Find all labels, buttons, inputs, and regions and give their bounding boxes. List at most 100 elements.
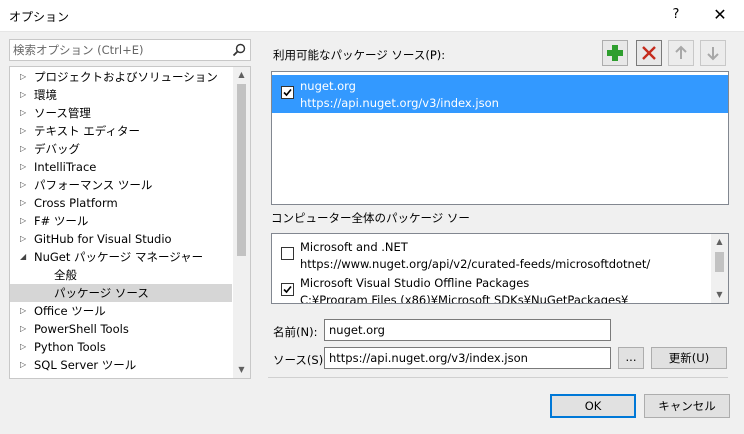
expand-arrow-icon[interactable]: ▷ [20, 302, 28, 320]
machine-source-item[interactable]: Microsoft and .NET https://www.nuget.org… [272, 237, 712, 273]
machine-source-list[interactable]: Microsoft and .NET https://www.nuget.org… [271, 233, 729, 304]
machine-source-name: Microsoft Visual Studio Offline Packages [300, 276, 530, 290]
package-source-list[interactable]: nuget.org https://api.nuget.org/v3/index… [271, 71, 729, 205]
help-button[interactable]: ? [664, 4, 688, 28]
source-label: ソース(S): [273, 353, 328, 367]
expand-arrow-icon[interactable]: ▷ [20, 194, 28, 212]
tree-child-item[interactable]: パッケージ ソース [10, 284, 232, 302]
close-button[interactable]: ✕ [706, 4, 734, 28]
tree-item-label: ソース管理 [34, 106, 91, 120]
source-name: nuget.org [300, 79, 356, 93]
scroll-down-icon[interactable]: ▼ [711, 287, 728, 303]
machine-source-checkbox[interactable] [281, 247, 294, 260]
tree-child-item[interactable]: 全般 [10, 266, 232, 284]
expand-arrow-icon[interactable]: ▷ [20, 212, 28, 230]
tree-item[interactable]: ▷ IntelliTrace [10, 158, 232, 176]
ok-button[interactable]: OK [550, 394, 636, 418]
tree-item[interactable]: ▷ Office ツール [10, 302, 232, 320]
search-box[interactable] [9, 39, 251, 61]
tree-item-label: F# ツール [34, 214, 89, 228]
tree-item[interactable]: ▷ デバッグ [10, 140, 232, 158]
tree-item[interactable]: ▷ ソース管理 [10, 104, 232, 122]
source-item-nuget[interactable]: nuget.org https://api.nuget.org/v3/index… [272, 75, 728, 113]
name-input[interactable] [324, 319, 611, 341]
expand-arrow-icon[interactable]: ▷ [20, 140, 28, 158]
tree-scroll-thumb[interactable] [237, 84, 246, 256]
checkmark-icon [283, 285, 292, 294]
separator [268, 377, 728, 378]
remove-icon [642, 46, 656, 60]
add-source-button[interactable] [602, 40, 628, 66]
expand-arrow-icon[interactable]: ▷ [20, 338, 28, 356]
scroll-up-icon[interactable]: ▲ [711, 234, 728, 250]
move-up-button[interactable] [668, 40, 694, 66]
tree-item-label: IntelliTrace [34, 160, 97, 174]
expand-arrow-icon[interactable]: ▷ [20, 104, 28, 122]
tree-item[interactable]: ▷ GitHub for Visual Studio [10, 230, 232, 248]
tree-item-label: NuGet パッケージ マネージャー [34, 250, 204, 264]
machine-source-url: C:¥Program Files (x86)¥Microsoft SDKs¥Nu… [300, 293, 629, 304]
search-icon[interactable] [232, 43, 246, 57]
tree-item-label: デバッグ [34, 142, 80, 156]
tree-item-label: 全般 [54, 268, 77, 282]
tree-item-label: テキスト エディター [34, 124, 141, 138]
plus-icon [607, 45, 623, 61]
scroll-up-icon[interactable]: ▲ [233, 67, 250, 83]
arrow-up-icon [675, 45, 687, 59]
tree-item[interactable]: ◢ NuGet パッケージ マネージャー [10, 248, 232, 266]
move-down-button[interactable] [700, 40, 726, 66]
expand-arrow-icon[interactable]: ▷ [20, 122, 28, 140]
expand-arrow-icon[interactable]: ▷ [20, 230, 28, 248]
tree-item-label: Cross Platform [34, 196, 118, 210]
expand-arrow-icon[interactable]: ▷ [20, 158, 28, 176]
machine-source-name: Microsoft and .NET [300, 240, 408, 254]
tree-item-label: プロジェクトおよびソリューション [34, 70, 218, 84]
tree-item-label: パッケージ ソース [54, 286, 149, 300]
tree-item-label: GitHub for Visual Studio [34, 232, 172, 246]
tree-item-label: Office ツール [34, 304, 106, 318]
remove-source-button[interactable] [636, 40, 662, 66]
expand-arrow-icon[interactable]: ▷ [20, 86, 28, 104]
browse-button[interactable]: ... [618, 347, 644, 369]
source-checkbox[interactable] [281, 86, 294, 99]
expand-arrow-icon[interactable]: ▷ [20, 68, 28, 86]
machine-scroll-thumb[interactable] [715, 252, 724, 272]
search-input[interactable] [13, 42, 223, 58]
machine-source-url: https://www.nuget.org/api/v2/curated-fee… [300, 257, 651, 271]
tree-item[interactable]: ▷ 環境 [10, 86, 232, 104]
arrow-down-icon [707, 47, 719, 61]
expand-arrow-icon[interactable]: ▷ [20, 320, 28, 338]
tree-item[interactable]: ▷ テキスト エディター [10, 122, 232, 140]
sources-label: 利用可能なパッケージ ソース(P): [273, 48, 446, 62]
tree-item[interactable]: ▷ PowerShell Tools [10, 320, 232, 338]
expand-arrow-icon[interactable]: ▷ [20, 356, 28, 374]
machine-list-scrollbar[interactable]: ▲ ▼ [711, 234, 728, 303]
expand-arrow-icon[interactable]: ▷ [20, 176, 28, 194]
name-label: 名前(N): [273, 325, 318, 339]
scroll-down-icon[interactable]: ▼ [233, 362, 250, 378]
machine-source-checkbox[interactable] [281, 283, 294, 296]
tree-item-label: 環境 [34, 88, 57, 102]
tree-item-label: パフォーマンス ツール [34, 178, 153, 192]
source-url: https://api.nuget.org/v3/index.json [300, 96, 499, 110]
machine-source-item[interactable]: Microsoft Visual Studio Offline Packages… [272, 273, 712, 304]
expanded-arrow-icon[interactable]: ◢ [20, 248, 28, 266]
checkmark-icon [283, 88, 292, 97]
tree-item[interactable]: ▷ パフォーマンス ツール [10, 176, 232, 194]
tree-item-label: Python Tools [34, 340, 106, 354]
tree-item[interactable]: ▷ Python Tools [10, 338, 232, 356]
cancel-button[interactable]: キャンセル [644, 394, 730, 418]
update-button[interactable]: 更新(U) [651, 347, 727, 369]
machine-sources-label: コンピューター全体のパッケージ ソー [271, 211, 470, 225]
tree-item[interactable]: ▷ Cross Platform [10, 194, 232, 212]
title-bar: オプション ? ✕ [0, 0, 744, 32]
tree-item[interactable]: ▷ F# ツール [10, 212, 232, 230]
options-tree[interactable]: ▷ プロジェクトおよびソリューション ▷ 環境 ▷ ソース管理 ▷ テキスト エディター ▷ デバ… [9, 66, 251, 379]
tree-scrollbar[interactable]: ▲ ▼ [233, 67, 250, 378]
window-title: オプション [9, 10, 70, 24]
tree-item-label: PowerShell Tools [34, 322, 129, 336]
source-input[interactable] [324, 347, 611, 369]
tree-item[interactable]: ▷ プロジェクトおよびソリューション [10, 68, 232, 86]
tree-item[interactable]: ▷ SQL Server ツール [10, 356, 232, 374]
tree-item-label: SQL Server ツール [34, 358, 137, 372]
